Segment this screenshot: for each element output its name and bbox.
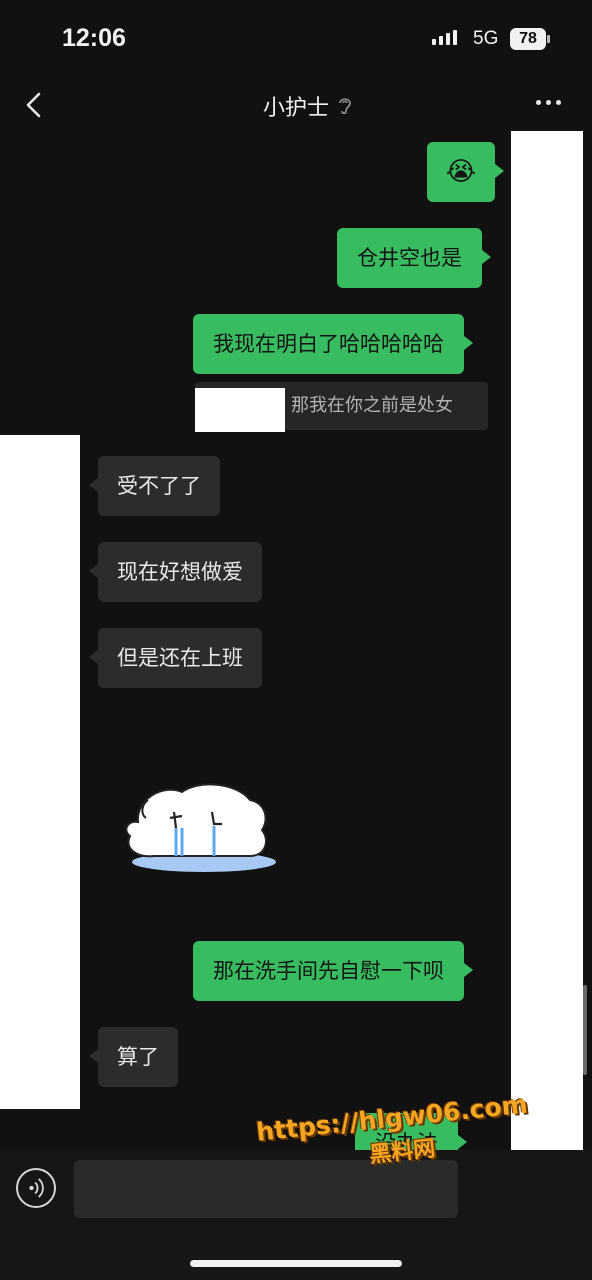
message-bubble-incoming[interactable]: 算了 [89, 1027, 178, 1087]
crying-dog-sticker[interactable] [118, 770, 278, 880]
status-bar: 12:06 5G 78 [0, 0, 592, 80]
scrollbar[interactable] [583, 985, 587, 1075]
battery-icon: 78 [510, 28, 550, 50]
network-type: 5G [473, 28, 499, 49]
message-bubble-outgoing[interactable]: 仓井空也是 [337, 228, 491, 288]
message-bubble-outgoing[interactable]: 我现在明白了哈哈哈哈哈 [193, 314, 473, 374]
ear-icon [339, 98, 351, 115]
quoted-message[interactable]: 那我在你之前是处女 [195, 382, 488, 432]
voice-icon[interactable] [16, 1168, 56, 1208]
message-bubble-incoming[interactable]: 现在好想做爱 [89, 542, 262, 602]
chat-header: 小护士 [0, 80, 592, 132]
message-bubble-outgoing[interactable]: 那在洗手间先自慰一下呗 [193, 941, 473, 1001]
quoted-message-text: 那我在你之前是处女 [291, 395, 453, 416]
redaction-right [511, 131, 583, 1158]
message-bubble-incoming[interactable]: 受不了了 [89, 456, 220, 516]
status-time: 12:06 [62, 24, 126, 52]
message-bubble-incoming[interactable]: 但是还在上班 [89, 628, 262, 688]
message-bubble-outgoing[interactable]: 😭 [427, 142, 504, 202]
crying-laugh-emoji: 😭 [445, 157, 477, 187]
home-indicator[interactable] [190, 1260, 402, 1267]
more-dots-icon[interactable] [536, 100, 561, 105]
redaction-quote-name [195, 388, 285, 432]
redaction-left [0, 435, 80, 1109]
signal-icon [432, 30, 457, 45]
chat-title[interactable]: 小护士 [0, 90, 592, 122]
